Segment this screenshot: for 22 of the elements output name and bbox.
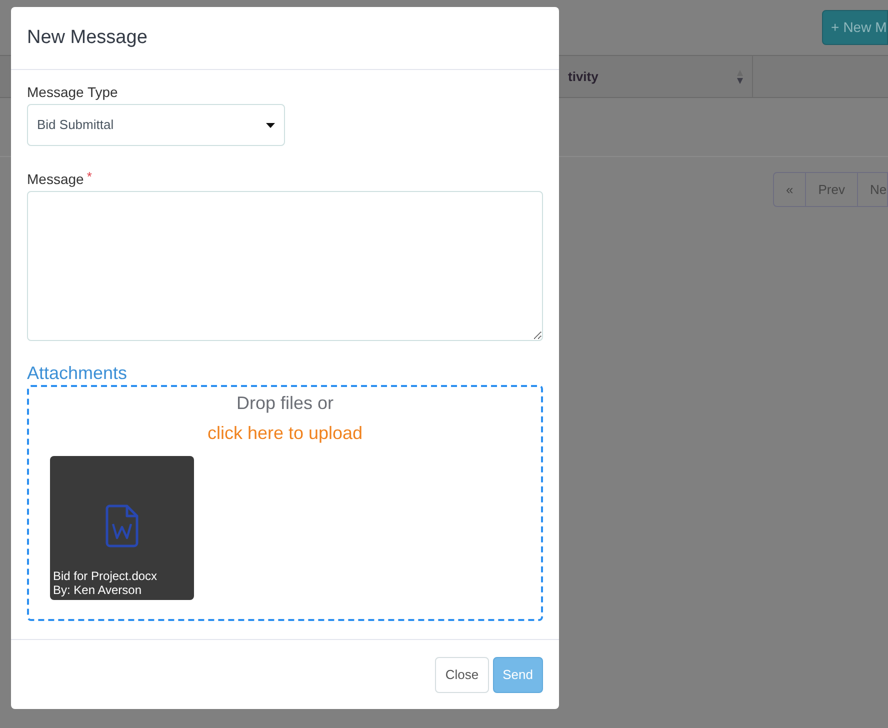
dialog-title: New Message bbox=[27, 26, 148, 50]
pagination-button[interactable]: Ne bbox=[856, 173, 887, 206]
upload-link[interactable]: click here to upload bbox=[207, 421, 363, 445]
sort-icon[interactable] bbox=[736, 68, 744, 84]
attachments-heading: Attachments bbox=[27, 362, 128, 385]
message-type-select[interactable]: Bid Submittal bbox=[27, 104, 285, 146]
file-name: Bid for Project.docx bbox=[53, 569, 158, 583]
message-field[interactable] bbox=[27, 191, 543, 341]
drop-zone[interactable]: Drop files or click here to upload Bid for Project.docx By: Ken Averson bbox=[27, 385, 543, 621]
word-document-icon bbox=[105, 504, 139, 548]
new-message-button[interactable]: + New M bbox=[822, 10, 888, 45]
close-button[interactable]: Close bbox=[435, 656, 489, 692]
caret-icon bbox=[266, 122, 275, 128]
drop-text: Drop files or bbox=[236, 392, 334, 415]
field-label: Message bbox=[27, 170, 84, 189]
column-header: tivity bbox=[568, 68, 598, 86]
file-author: By: Ken Averson bbox=[53, 583, 142, 597]
file-thumbnail[interactable]: Bid for Project.docx By: Ken Averson bbox=[50, 456, 194, 600]
pagination-button[interactable]: « bbox=[774, 173, 806, 206]
pagination-button[interactable]: Prev bbox=[805, 173, 857, 206]
field-label: Message Type bbox=[27, 83, 119, 102]
required-mark: * bbox=[86, 169, 92, 185]
